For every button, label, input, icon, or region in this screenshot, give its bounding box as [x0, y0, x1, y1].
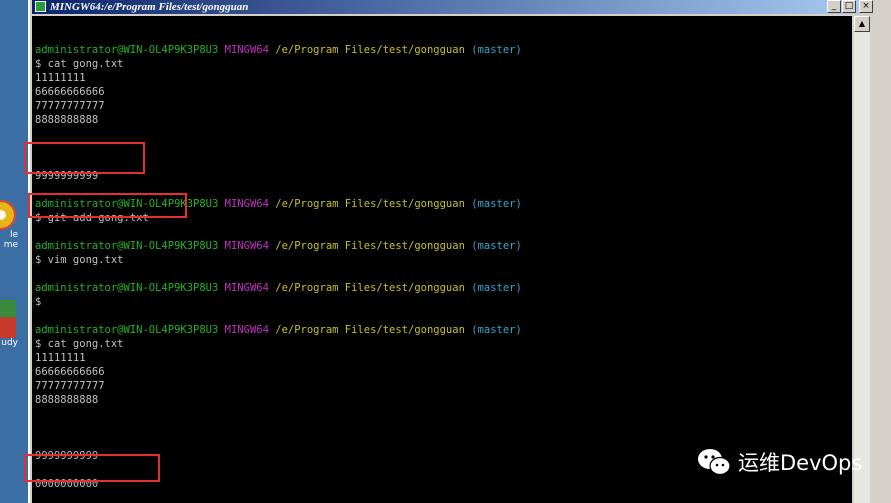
- output-line: 77777777777: [35, 100, 105, 112]
- prompt-path: /e/Program Files/test/gongguan: [275, 198, 465, 210]
- prompt-system: MINGW64: [224, 44, 269, 56]
- prompt-branch: (master): [471, 198, 522, 210]
- watermark-text: 运维DevOps: [738, 451, 863, 475]
- blank-line: [35, 127, 522, 141]
- prompt-branch: (master): [471, 240, 522, 252]
- prompt-user: administrator@WIN-OL4P9K3P8U3: [35, 324, 219, 336]
- prompt-path: /e/Program Files/test/gongguan: [275, 282, 465, 294]
- maximize-button[interactable]: □: [842, 0, 856, 13]
- blank-line: [35, 491, 522, 503]
- desktop-shortcut-browser[interactable]: le me: [0, 200, 24, 250]
- output-line: $: [35, 296, 42, 308]
- prompt-branch: (master): [471, 324, 522, 336]
- terminal-lines: administrator@WIN-OL4P9K3P8U3 MINGW64 /e…: [35, 29, 522, 503]
- output-line: $ cat gong.txt: [35, 58, 124, 70]
- wechat-icon: [698, 449, 731, 476]
- prompt-branch: (master): [471, 44, 522, 56]
- blank-line: [35, 309, 522, 323]
- desktop-shortcut-caption: me: [3, 240, 18, 250]
- terminal-output[interactable]: administrator@WIN-OL4P9K3P8U3 MINGW64 /e…: [32, 16, 852, 503]
- prompt-path: /e/Program Files/test/gongguan: [275, 240, 465, 252]
- minimize-button[interactable]: _: [827, 0, 841, 13]
- window-title: MINGW64:/e/Program Files/test/gongguan: [50, 1, 249, 13]
- prompt-path: /e/Program Files/test/gongguan: [275, 44, 465, 56]
- prompt-system: MINGW64: [224, 240, 269, 252]
- blank-line: [35, 421, 522, 435]
- desktop-shortcut-caption: udy: [1, 338, 18, 348]
- title-bar[interactable]: MINGW64:/e/Program Files/test/gongguan: [32, 0, 862, 14]
- mingw-app-icon[interactable]: [35, 1, 46, 12]
- scroll-up-arrow-icon[interactable]: ▲: [854, 16, 870, 32]
- blank-line: [35, 267, 522, 281]
- close-button[interactable]: ×: [859, 0, 873, 13]
- prompt-user: administrator@WIN-OL4P9K3P8U3: [35, 240, 219, 252]
- vertical-scrollbar[interactable]: ▲: [854, 16, 870, 503]
- output-line: 66666666666: [35, 86, 105, 98]
- highlight-box-git-add: [28, 193, 187, 218]
- prompt-line: administrator@WIN-OL4P9K3P8U3 MINGW64 /e…: [35, 281, 522, 295]
- studio-icon: [0, 300, 16, 338]
- prompt-line: administrator@WIN-OL4P9K3P8U3 MINGW64 /e…: [35, 239, 522, 253]
- browser-icon: [0, 200, 16, 230]
- output-line: $ cat gong.txt: [35, 338, 124, 350]
- blank-line: [35, 407, 522, 421]
- output-line: 77777777777: [35, 380, 105, 392]
- prompt-branch: (master): [471, 282, 522, 294]
- prompt-path: /e/Program Files/test/gongguan: [275, 324, 465, 336]
- prompt-user: administrator@WIN-OL4P9K3P8U3: [35, 282, 219, 294]
- blank-line: [35, 225, 522, 239]
- prompt-system: MINGW64: [224, 324, 269, 336]
- output-line: 11111111: [35, 72, 86, 84]
- prompt-line: administrator@WIN-OL4P9K3P8U3 MINGW64 /e…: [35, 323, 522, 337]
- output-line: 11111111: [35, 352, 86, 364]
- prompt-line: administrator@WIN-OL4P9K3P8U3 MINGW64 /e…: [35, 43, 522, 57]
- output-line: 8888888888: [35, 114, 99, 126]
- prompt-system: MINGW64: [224, 198, 269, 210]
- output-line: 66666666666: [35, 366, 105, 378]
- highlight-box-0000: [24, 454, 160, 482]
- watermark: 运维DevOps: [696, 446, 862, 478]
- desktop-shortcut-studio[interactable]: udy: [0, 300, 24, 348]
- prompt-system: MINGW64: [224, 282, 269, 294]
- blank-line: [35, 29, 522, 43]
- blank-line: [35, 435, 522, 449]
- prompt-user: administrator@WIN-OL4P9K3P8U3: [35, 44, 219, 56]
- terminal-window: MINGW64:/e/Program Files/test/gongguan _…: [28, 0, 891, 503]
- highlight-box-first-9999: [24, 142, 145, 174]
- output-line: 8888888888: [35, 394, 99, 406]
- output-line: $ vim gong.txt: [35, 254, 124, 266]
- desktop-shortcut-caption: le: [9, 230, 18, 240]
